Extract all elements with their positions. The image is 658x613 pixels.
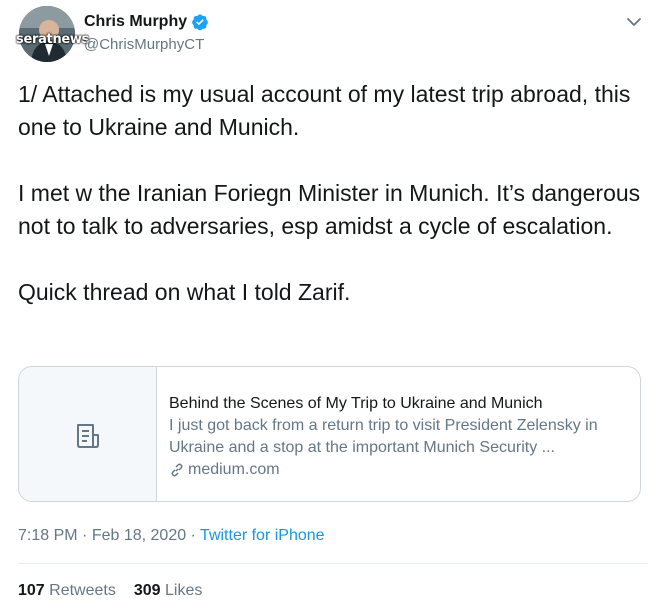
link-card[interactable]: Behind the Scenes of My Trip to Ukraine … [18,366,641,502]
meta-separator: · [186,527,201,544]
card-domain: medium.com [169,459,629,481]
tweet-paragraph: 1/ Attached is my usual account of my la… [18,81,631,140]
card-title: Behind the Scenes of My Trip to Ukraine … [169,395,543,412]
display-name[interactable]: Chris Murphy [84,13,187,31]
card-body: Behind the Scenes of My Trip to Ukraine … [169,393,629,481]
tweet-source-link[interactable]: Twitter for iPhone [200,527,325,544]
tweet-date[interactable]: Feb 18, 2020 [92,527,186,544]
verified-badge-icon [191,13,209,31]
retweets-label: Retweets [49,582,116,599]
document-icon [77,424,99,448]
watermark-text: seratnews [16,32,90,47]
author-name-row[interactable]: Chris Murphy [84,13,209,31]
likes-count: 309 [133,582,161,599]
card-thumbnail [19,367,157,501]
tweet-header: seratnews Chris Murphy @ChrisMurphyCT [0,0,658,62]
likes-stat[interactable]: 309 Likes [134,582,203,599]
chevron-down-icon[interactable] [624,12,644,32]
tweet-text: 1/ Attached is my usual account of my la… [18,78,648,342]
likes-label: Likes [165,582,203,599]
handle[interactable]: @ChrisMurphyCT [84,36,204,53]
meta-separator: · [77,527,92,544]
link-icon [171,463,183,477]
tweet-paragraph: Quick thread on what I told Zarif. [18,279,351,305]
tweet-stats: 107 Retweets 309 Likes [18,582,202,600]
card-description: I just got back from a return trip to vi… [169,417,598,456]
tweet-meta: 7:18 PM · Feb 18, 2020 · Twitter for iPh… [18,527,325,545]
tweet-time[interactable]: 7:18 PM [18,527,78,544]
retweets-count: 107 [18,582,45,599]
divider [18,563,648,564]
tweet-paragraph: I met w the Iranian Foriegn Minister in … [18,180,641,239]
card-domain-text: medium.com [188,461,280,478]
retweets-stat[interactable]: 107 Retweets [18,582,116,599]
